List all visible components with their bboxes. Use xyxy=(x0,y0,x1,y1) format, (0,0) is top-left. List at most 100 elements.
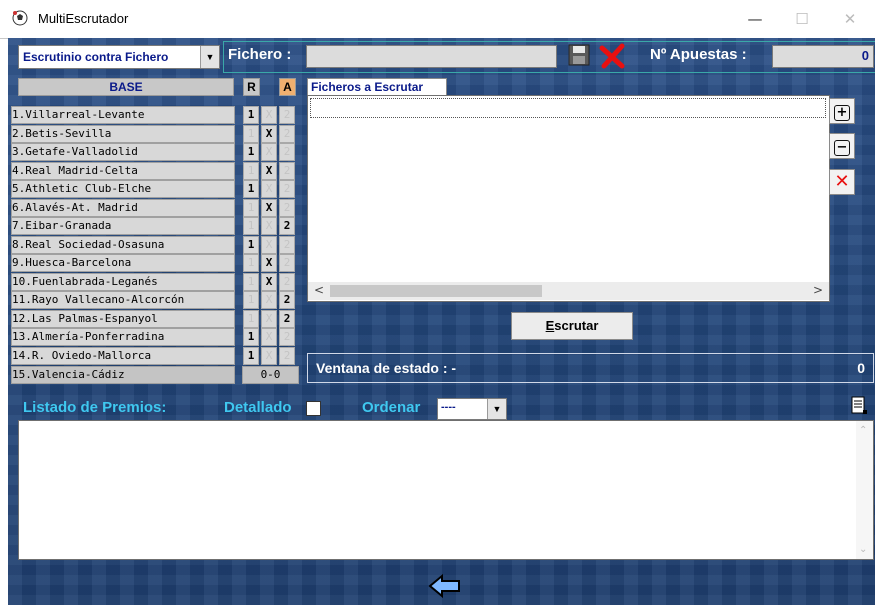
print-icon[interactable] xyxy=(849,396,869,416)
pick-x-cell[interactable]: X xyxy=(261,328,277,346)
scroll-down-icon[interactable]: ⌄ xyxy=(859,544,867,555)
match-row: 4.Real Madrid-Celta xyxy=(11,161,235,180)
chevron-down-icon: ▼ xyxy=(200,46,219,68)
pick-1-cell[interactable]: 1 xyxy=(243,328,259,346)
delete-icon: ✕ xyxy=(834,171,850,192)
match-row: 1.Villarreal-Levante xyxy=(11,106,235,124)
minus-icon: − xyxy=(834,140,850,156)
save-icon[interactable] xyxy=(568,44,590,66)
pick-x-cell[interactable]: X xyxy=(261,198,277,217)
pick-1-cell[interactable]: 1 xyxy=(243,217,259,235)
pick-1-cell[interactable]: 1 xyxy=(243,254,259,272)
files-header: Ficheros a Escrutar xyxy=(307,78,447,96)
match-row: 2.Betis-Sevilla xyxy=(11,124,235,143)
pick-2-cell[interactable]: 2 xyxy=(279,198,295,217)
match-row: 3.Getafe-Valladolid xyxy=(11,143,235,161)
match-row: 13.Almería-Ponferradina xyxy=(11,328,235,346)
list-item-focus[interactable] xyxy=(310,98,826,118)
pick-1-cell[interactable]: 1 xyxy=(243,198,259,217)
col-a-header: A xyxy=(279,78,296,96)
pick-2-cell[interactable]: 2 xyxy=(279,309,295,328)
window-title: MultiEscrutador xyxy=(38,11,129,26)
pick-x-cell[interactable]: X xyxy=(261,180,277,198)
escrutar-button[interactable]: Escrutar xyxy=(511,312,633,340)
scroll-right-icon[interactable]: > xyxy=(813,283,823,297)
pick-1-cell[interactable]: 1 xyxy=(243,272,259,291)
premios-list[interactable]: ⌃ ⌄ xyxy=(18,420,874,560)
match-row: 6.Alavés-At. Madrid xyxy=(11,198,235,217)
pick-x-cell[interactable]: X xyxy=(261,124,277,143)
mode-select[interactable]: Escrutinio contra Fichero ▼ xyxy=(18,45,220,69)
pick-x-cell[interactable]: X xyxy=(261,272,277,291)
vertical-scrollbar[interactable]: ⌃ ⌄ xyxy=(856,421,873,559)
match-row: 14.R. Oviedo-Mallorca xyxy=(11,346,235,365)
close-button[interactable]: ✕ xyxy=(830,6,870,32)
maximize-button[interactable]: ☐ xyxy=(782,6,822,32)
pick-x-cell[interactable]: X xyxy=(261,143,277,161)
pick-1-cell[interactable]: 1 xyxy=(243,309,259,328)
col-r-header: R xyxy=(243,78,260,96)
pick-2-cell[interactable]: 2 xyxy=(279,346,295,365)
pick-2-cell[interactable]: 2 xyxy=(279,106,295,124)
soccer-ball-icon xyxy=(12,10,28,26)
apuestas-count: 0 xyxy=(772,45,874,68)
pick-2-cell[interactable]: 2 xyxy=(279,217,295,235)
pick-x-cell[interactable]: X xyxy=(261,291,277,309)
pick-2-cell[interactable]: 2 xyxy=(279,124,295,143)
minimize-button[interactable]: — xyxy=(735,6,775,32)
pick-2-cell[interactable]: 2 xyxy=(279,291,295,309)
pick-1-cell[interactable]: 1 xyxy=(243,180,259,198)
title-bar: MultiEscrutador — ☐ ✕ xyxy=(0,0,875,39)
match-row: 10.Fuenlabrada-Leganés xyxy=(11,272,235,291)
files-list[interactable]: < > xyxy=(307,95,830,302)
pleno-match: 15.Valencia-Cádiz xyxy=(11,366,235,384)
pick-x-cell[interactable]: X xyxy=(261,161,277,180)
base-header: BASE xyxy=(18,78,234,96)
scroll-up-icon[interactable]: ⌃ xyxy=(859,425,867,436)
pick-x-cell[interactable]: X xyxy=(261,346,277,365)
pick-x-cell[interactable]: X xyxy=(261,309,277,328)
status-label: Ventana de estado : - xyxy=(316,360,457,376)
mode-select-value: Escrutinio contra Fichero xyxy=(23,50,169,64)
pick-2-cell[interactable]: 2 xyxy=(279,143,295,161)
horizontal-scrollbar[interactable]: < > xyxy=(308,282,829,300)
fichero-label: Fichero : xyxy=(228,46,292,63)
pick-1-cell[interactable]: 1 xyxy=(243,106,259,124)
remove-file-button[interactable]: − xyxy=(829,133,855,159)
pick-2-cell[interactable]: 2 xyxy=(279,235,295,254)
detallado-label: Detallado xyxy=(224,399,292,416)
scrollbar-thumb[interactable] xyxy=(330,285,542,297)
premios-label: Listado de Premios: xyxy=(23,399,167,416)
pick-1-cell[interactable]: 1 xyxy=(243,143,259,161)
pick-1-cell[interactable]: 1 xyxy=(243,291,259,309)
status-value: 0 xyxy=(857,360,865,376)
pick-2-cell[interactable]: 2 xyxy=(279,272,295,291)
pleno-score[interactable]: 0-0 xyxy=(242,366,299,384)
add-file-button[interactable]: + xyxy=(829,98,855,124)
pick-2-cell[interactable]: 2 xyxy=(279,254,295,272)
delete-file-icon[interactable] xyxy=(598,42,626,70)
pick-x-cell[interactable]: X xyxy=(261,217,277,235)
fichero-input[interactable] xyxy=(306,45,557,68)
ordenar-value: ---- xyxy=(441,401,456,413)
match-row: 5.Athletic Club-Elche xyxy=(11,180,235,198)
pick-1-cell[interactable]: 1 xyxy=(243,124,259,143)
detallado-checkbox[interactable] xyxy=(306,401,321,416)
pick-x-cell[interactable]: X xyxy=(261,235,277,254)
pick-x-cell[interactable]: X xyxy=(261,106,277,124)
pick-1-cell[interactable]: 1 xyxy=(243,235,259,254)
pick-2-cell[interactable]: 2 xyxy=(279,328,295,346)
pick-1-cell[interactable]: 1 xyxy=(243,346,259,365)
clear-files-button[interactable]: ✕ xyxy=(829,169,855,195)
pick-2-cell[interactable]: 2 xyxy=(279,161,295,180)
ordenar-select[interactable]: ---- ▼ xyxy=(437,398,507,420)
scroll-left-icon[interactable]: < xyxy=(314,283,324,297)
back-arrow-icon[interactable] xyxy=(428,573,462,599)
pick-1-cell[interactable]: 1 xyxy=(243,161,259,180)
status-bar: Ventana de estado : - 0 xyxy=(307,353,874,383)
apuestas-value: 0 xyxy=(861,48,869,63)
pick-2-cell[interactable]: 2 xyxy=(279,180,295,198)
match-row: 9.Huesca-Barcelona xyxy=(11,254,235,272)
match-row: 11.Rayo Vallecano-Alcorcón xyxy=(11,291,235,309)
pick-x-cell[interactable]: X xyxy=(261,254,277,272)
